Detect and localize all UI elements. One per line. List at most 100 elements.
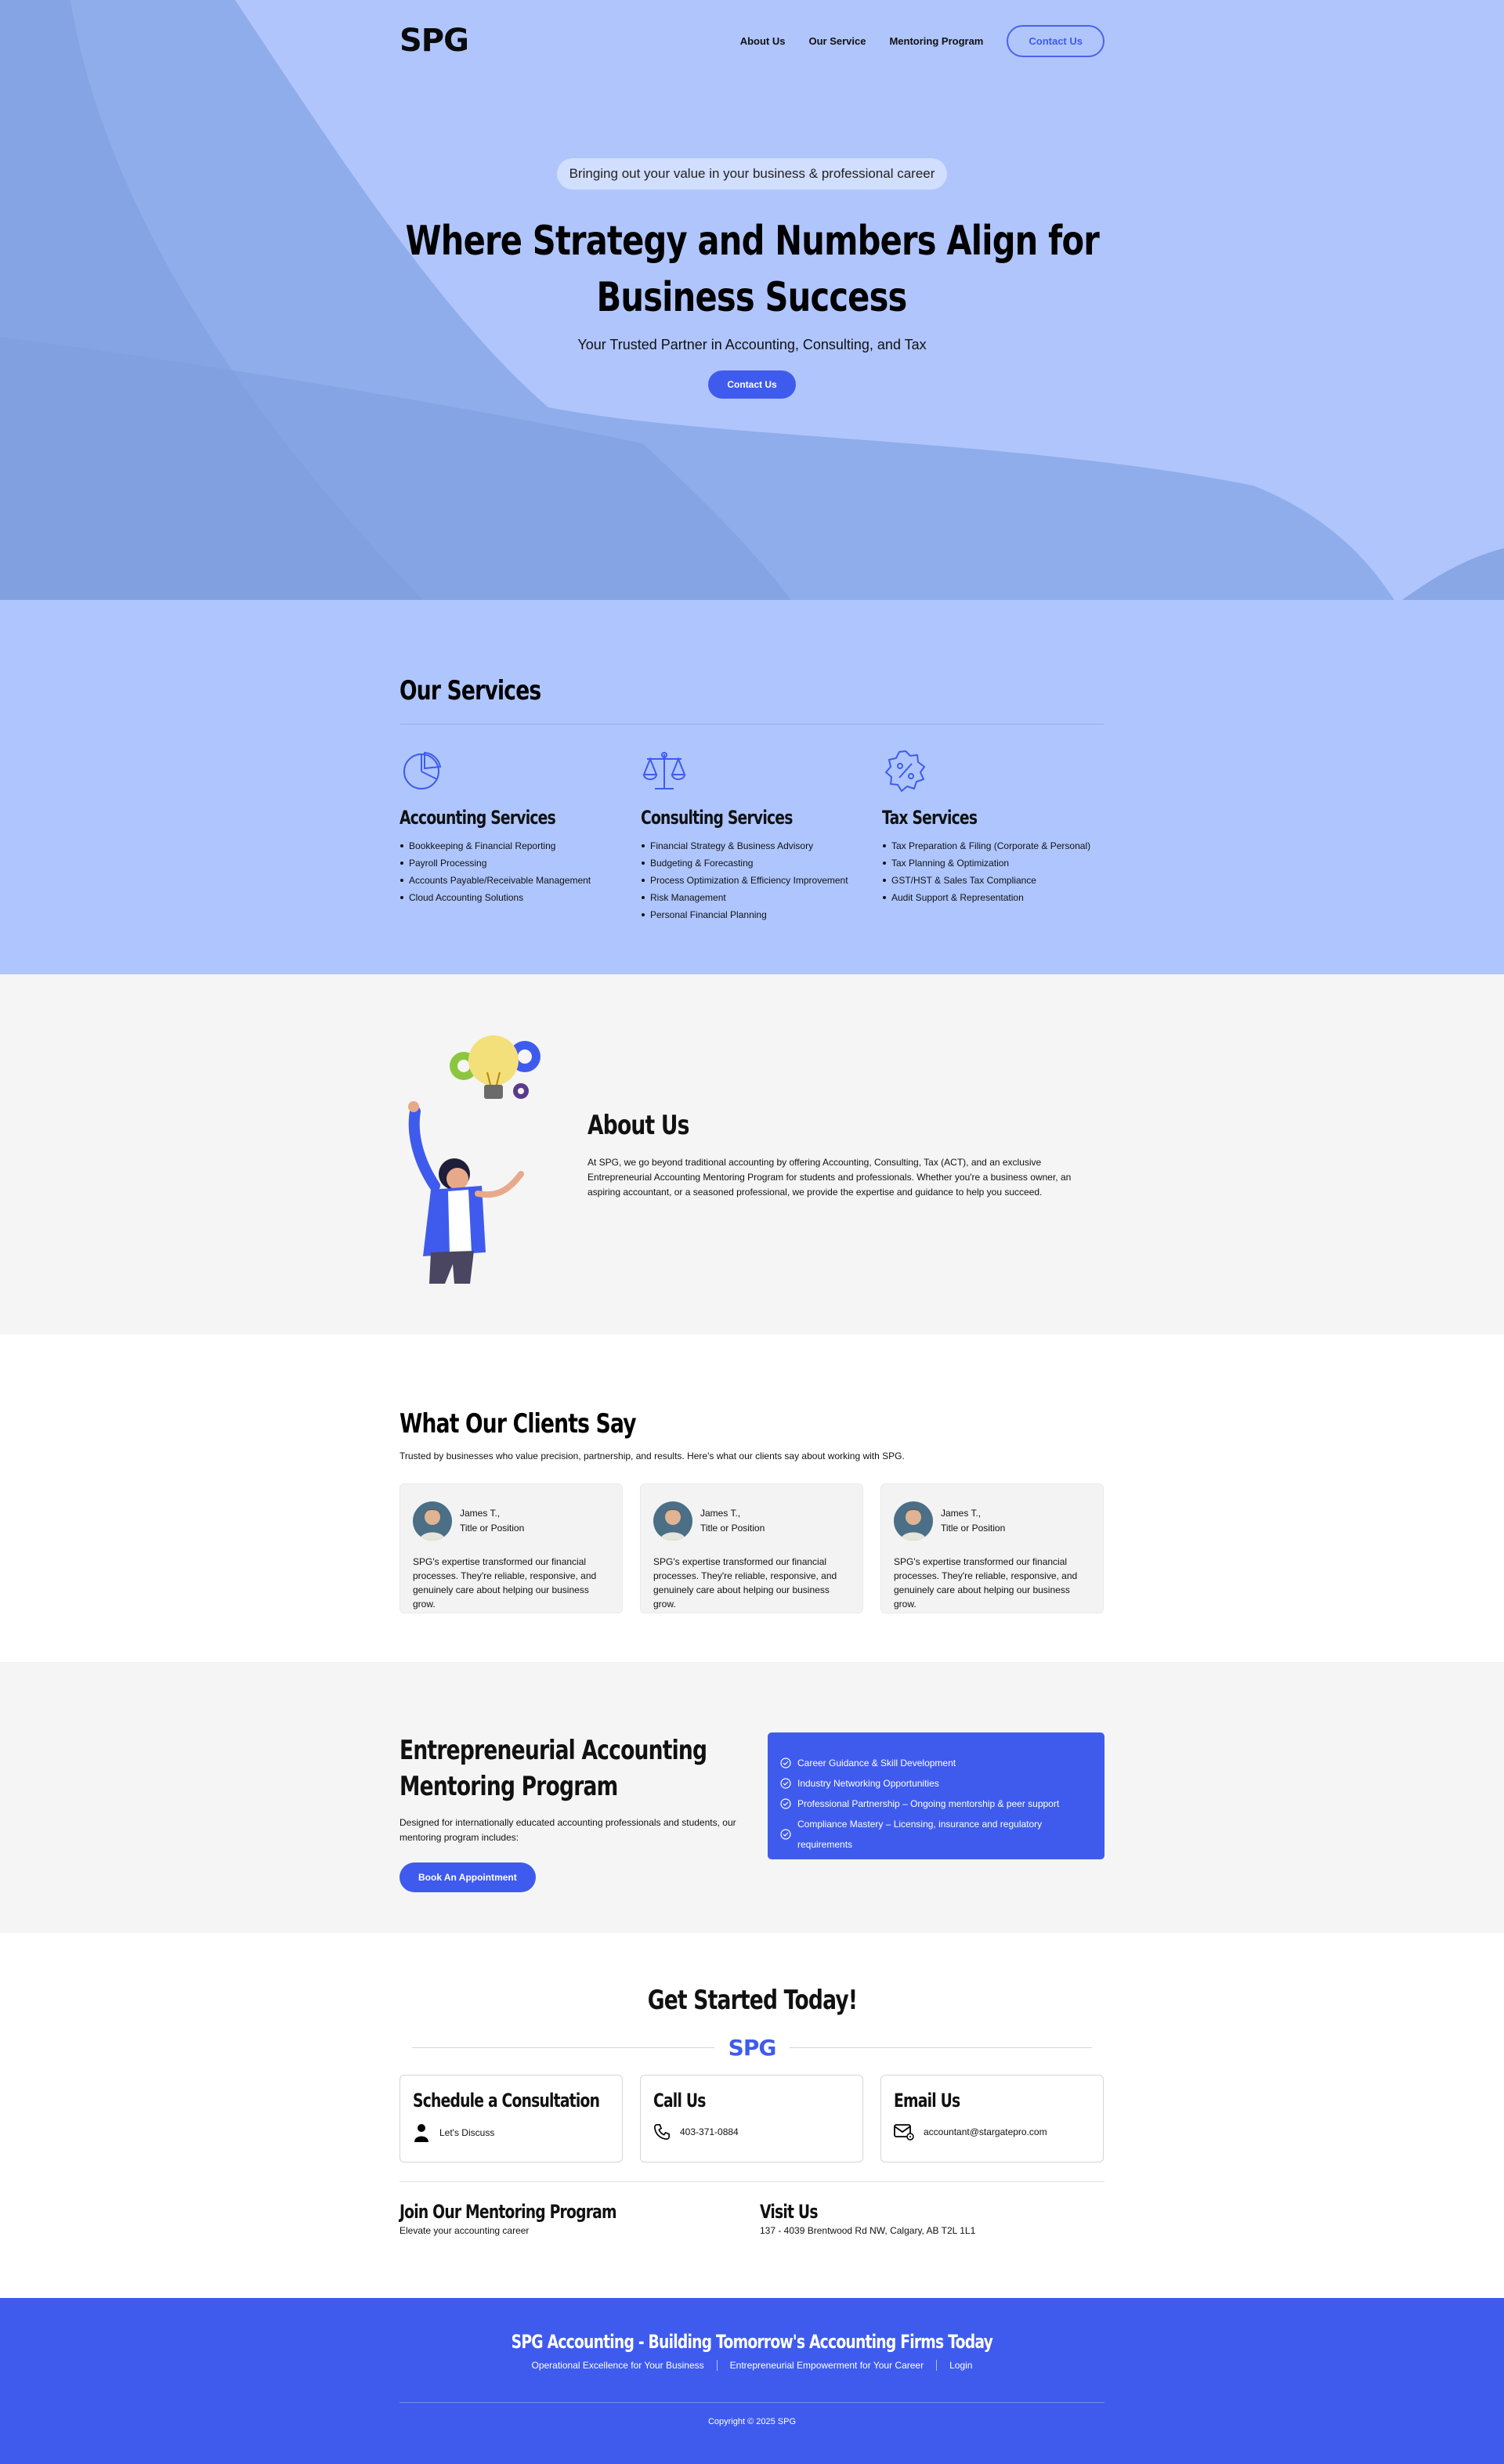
contact-card-consultation[interactable]: Schedule a Consultation Let's Discuss [400,2075,623,2162]
join-text: Elevate your accounting career [400,2225,530,2236]
footer-link-login[interactable]: Login [937,2360,985,2371]
service-card-accounting: Accounting Services Bookkeeping & Financ… [400,748,641,923]
logo-divider: SPG [412,2035,1093,2061]
service-list: Bookkeeping & Financial Reporting Payrol… [400,837,641,906]
divider [400,2181,1104,2182]
list-item: Payroll Processing [400,854,641,872]
list-item: Compliance Mastery – Licensing, insuranc… [780,1814,1092,1855]
mentoring-features: Career Guidance & Skill Development Indu… [768,1732,1104,1859]
contact-card-text[interactable]: accountant@stargatepro.com [924,2126,1047,2137]
list-item: GST/HST & Sales Tax Compliance [883,872,1104,889]
client-role: Title or Position [941,1523,1006,1534]
contact-section: Get Started Today! SPG Schedule a Consul… [0,1933,1504,2298]
client-role: Title or Position [460,1523,525,1534]
feature-text: Compliance Mastery – Licensing, insuranc… [797,1819,1043,1850]
feature-text: Industry Networking Opportunities [797,1778,939,1789]
hero-tagline: Bringing out your value in your business… [556,158,948,190]
footer-link-entrepreneurial[interactable]: Entrepreneurial Empowerment for Your Car… [718,2360,938,2371]
service-title: Accounting Services [400,807,556,829]
contact-card-title: Call Us [653,2090,706,2112]
list-item: Process Optimization & Efficiency Improv… [642,872,882,889]
testimonial-card: James T., Title or Position SPG's expert… [400,1483,623,1613]
hero-section: SPG About Us Our Service Mentoring Progr… [0,0,1504,600]
hero-title: Where Strategy and Numbers Align for Bus… [0,213,1504,326]
pie-chart-icon [403,751,442,789]
visit-us-block: Visit Us 137 - 4039 Brentwood Rd NW, Cal… [760,2201,1104,2236]
list-item: Audit Support & Representation [883,889,1104,906]
testimonials-title: What Our Clients Say [400,1408,637,1440]
service-card-consulting: Consulting Services Financial Strategy &… [641,748,882,923]
feature-text: Career Guidance & Skill Development [797,1758,956,1769]
logo[interactable]: SPG [400,23,469,59]
contact-card-call[interactable]: Call Us 403-371-0884 [640,2075,863,2162]
service-title: Consulting Services [641,807,793,829]
list-item: Accounts Payable/Receivable Management [400,872,641,889]
list-item: Budgeting & Forecasting [642,854,882,872]
mentoring-section: Entrepreneurial Accounting Mentoring Pro… [0,1662,1504,1933]
service-list: Tax Preparation & Filing (Corporate & Pe… [882,837,1104,906]
services-section: Our Services Accounting Services Bookkee… [0,600,1504,974]
hero-contact-button[interactable]: Contact Us [708,370,796,399]
nav-our-service[interactable]: Our Service [808,35,866,47]
client-name: James T., [941,1508,982,1519]
copyright: Copyright © 2025 SPG [707,2417,797,2426]
client-name: James T., [460,1508,501,1519]
list-item: Financial Strategy & Business Advisory [642,837,882,854]
contact-card-title: Email Us [894,2090,960,2112]
list-item: Cloud Accounting Solutions [400,889,641,906]
scales-icon [642,752,686,789]
testimonial-card: James T., Title or Position SPG's expert… [880,1483,1104,1613]
main-nav: About Us Our Service Mentoring Program C… [740,24,1104,57]
nav-about-us[interactable]: About Us [740,35,786,47]
list-item: Risk Management [642,889,882,906]
hero-title-line-1: Where Strategy and Numbers Align for [405,218,1099,265]
contact-card-title: Schedule a Consultation [413,2090,600,2112]
testimonials-section: What Our Clients Say Trusted by business… [0,1335,1504,1662]
contact-card-email[interactable]: Email Us accountant@stargatepro.com [880,2075,1104,2162]
about-section: About Us At SPG, we go beyond traditiona… [0,974,1504,1335]
hero-subtitle: Your Trusted Partner in Accounting, Cons… [577,337,927,352]
contact-card-text: 403-371-0884 [680,2126,739,2137]
mentoring-title-line-1: Entrepreneurial Accounting [400,1735,707,1766]
client-name: James T., [700,1508,741,1519]
avatar [413,1501,452,1541]
check-circle-icon [780,1758,791,1769]
testimonial-quote: SPG's expertise transformed our financia… [413,1556,597,1610]
person-lightbulb-illustration [408,1035,540,1284]
nav-mentoring-program[interactable]: Mentoring Program [889,35,983,47]
list-item: Personal Financial Planning [642,906,882,923]
footer-link-operational[interactable]: Operational Excellence for Your Business [519,2360,718,2371]
check-circle-icon [780,1778,791,1789]
footer-links: Operational Excellence for Your Business… [0,2360,1504,2371]
list-item: Industry Networking Opportunities [780,1773,1092,1794]
services-title: Our Services [400,675,541,706]
mentoring-title-line-2: Mentoring Program [400,1771,618,1802]
list-item: Professional Partnership – Ongoing mento… [780,1794,1092,1814]
testimonial-quote: SPG's expertise transformed our financia… [894,1556,1078,1610]
check-circle-icon [780,1798,791,1809]
logo: SPG [728,2035,777,2061]
percent-badge-icon [885,750,925,792]
person-icon [414,2124,428,2142]
hero-title-line-2: Business Success [596,274,908,321]
join-mentoring-block[interactable]: Join Our Mentoring Program Elevate your … [400,2201,760,2236]
visit-title: Visit Us [760,2201,818,2223]
testimonials-lead: Trusted by businesses who value precisio… [400,1451,905,1461]
feature-text: Professional Partnership – Ongoing mento… [797,1798,1060,1809]
list-item: Tax Planning & Optimization [883,854,1104,872]
testimonial-card: James T., Title or Position SPG's expert… [640,1483,863,1613]
footer: SPG Accounting - Building Tomorrow's Acc… [0,2298,1504,2464]
nav-contact-button[interactable]: Contact Us [1007,24,1104,57]
mail-icon [894,2124,914,2141]
testimonial-quote: SPG's expertise transformed our financia… [653,1556,837,1610]
avatar [894,1501,933,1541]
list-item: Bookkeeping & Financial Reporting [400,837,641,854]
contact-card-text: Let's Discuss [439,2127,495,2138]
contact-title: Get Started Today! [647,1985,857,2016]
book-appointment-button[interactable]: Book An Appointment [400,1862,536,1892]
client-role: Title or Position [700,1523,765,1534]
about-body: At SPG, we go beyond traditional account… [588,1156,1072,1198]
join-title: Join Our Mentoring Program [400,2201,617,2223]
mentoring-body: Designed for internationally educated ac… [400,1817,736,1843]
footer-title: SPG Accounting - Building Tomorrow's Acc… [511,2331,993,2353]
